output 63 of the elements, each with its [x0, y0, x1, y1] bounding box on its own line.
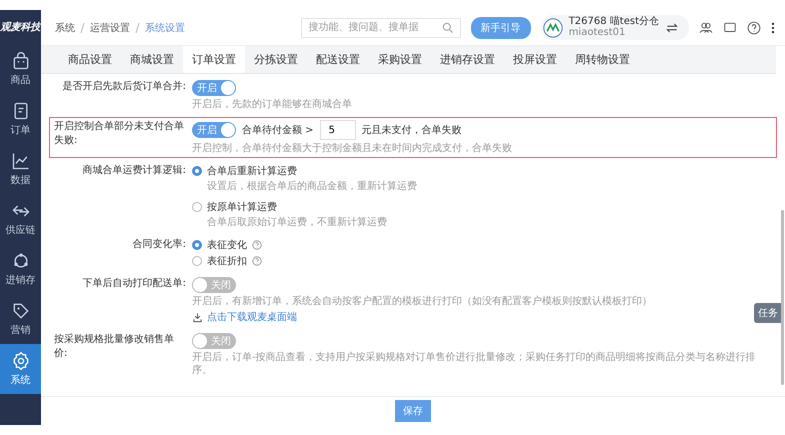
sidebar-item[interactable]: 系统 [0, 344, 41, 394]
radio-label[interactable]: 表征折扣 [207, 254, 247, 268]
bag-icon [10, 51, 30, 71]
settings-tab[interactable]: 周转物设置 [566, 46, 639, 73]
option-hint: 合单后取原始订单运费，不重新计算运费 [206, 216, 388, 229]
option-hint: 设置后，根据合单后的商品金额，重新计算运费 [206, 180, 418, 193]
radio-button[interactable] [192, 202, 202, 212]
sidebar-item[interactable]: 营销 [0, 294, 41, 344]
radio-button[interactable] [192, 256, 202, 266]
account-switcher[interactable]: T26768 喵test分仓 miaotest01 [540, 15, 689, 40]
gear-icon [10, 351, 30, 371]
task-tab[interactable]: 任务 [754, 303, 782, 323]
users-icon[interactable] [699, 20, 713, 34]
breadcrumb-separator [80, 22, 85, 32]
sidebar-item[interactable]: 订单 [0, 94, 41, 144]
amount-suffix: 元且未支付，合单失败 [362, 124, 462, 137]
help-icon[interactable] [747, 20, 761, 34]
settings-tab[interactable]: 商品设置 [59, 46, 121, 73]
setting-label: 是否开启先款后货订单合并: [62, 80, 186, 94]
search-field[interactable]: 搜功能、搜问题、搜单据 [300, 18, 461, 38]
breadcrumb-item[interactable]: 运营设置 [90, 20, 130, 34]
sidebar-item[interactable]: 商品 [0, 44, 41, 94]
setting-label: 下单后自动打印配送单: [82, 277, 186, 291]
breadcrumb-item[interactable]: 系统 [55, 20, 75, 34]
radio-label[interactable]: 合单后重新计算运费 [207, 164, 297, 178]
radio-button[interactable] [192, 166, 202, 176]
setting-label: 合同变化率: [132, 238, 186, 252]
settings-tab[interactable]: 配送设置 [307, 46, 369, 73]
more-icon[interactable] [771, 20, 775, 34]
setting-hint: 开启后，订单-按商品查看，支持用户按采购规格对订单售价进行批量修改；采购任务打印的商品明细将按商品分类与名称进行排序。 [192, 351, 757, 377]
download-icon [192, 312, 203, 322]
search-icon[interactable] [440, 20, 455, 34]
breadcrumb-separator [135, 22, 140, 32]
setting-label: 开启控制合单部分未支付合单失败: [54, 120, 185, 148]
radio-label[interactable]: 按原单计算运费 [207, 200, 277, 214]
radio-label[interactable]: 表征变化 [207, 238, 247, 252]
chart-icon [10, 151, 30, 171]
logo: 观麦科技 [0, 20, 40, 35]
setting-hint: 开启控制，合单待付金额大于控制金额且未在时间内完成支付，合单失败 [192, 142, 513, 155]
swap-icon[interactable] [665, 20, 679, 34]
setting-label: 按采购规格批量修改销售单价: [54, 333, 175, 361]
settings-tab[interactable]: 采购设置 [369, 46, 431, 73]
avatar-icon [542, 18, 563, 38]
account-user: miaotest01 [568, 28, 626, 38]
settings-tab[interactable]: 订单设置 [183, 46, 245, 73]
amount-field[interactable]: 5 [320, 120, 356, 140]
setting-hint: 开启后，有新增订单，系统会自动按客户配置的模板进行打印（如没有配置客户模板则按默认模板打印） [192, 295, 653, 308]
message-icon[interactable] [723, 20, 737, 34]
settings-tab[interactable]: 投屏设置 [504, 46, 566, 73]
tag-icon [10, 301, 30, 321]
settings-tab[interactable]: 进销存设置 [431, 46, 504, 73]
setting-label: 商城合单运费计算逻辑: [82, 164, 186, 178]
download-link[interactable]: 点击下载观麦桌面端 [192, 310, 297, 324]
sidebar-item[interactable]: 供应链 [0, 194, 41, 244]
scrollbar[interactable] [781, 210, 784, 385]
sidebar-item[interactable]: 进销存 [0, 244, 41, 294]
settings-tab[interactable]: 商城设置 [121, 46, 183, 73]
settings-tab[interactable]: 分拣设置 [245, 46, 307, 73]
sidebar-item[interactable]: 数据 [0, 144, 41, 194]
account-name: T26768 喵test分仓 [568, 17, 659, 27]
radio-button[interactable] [192, 240, 202, 250]
amount-prefix: 合单待付金额 > [242, 124, 314, 137]
setting-hint: 开启后，先款的订单能够在商城合单 [192, 98, 353, 111]
